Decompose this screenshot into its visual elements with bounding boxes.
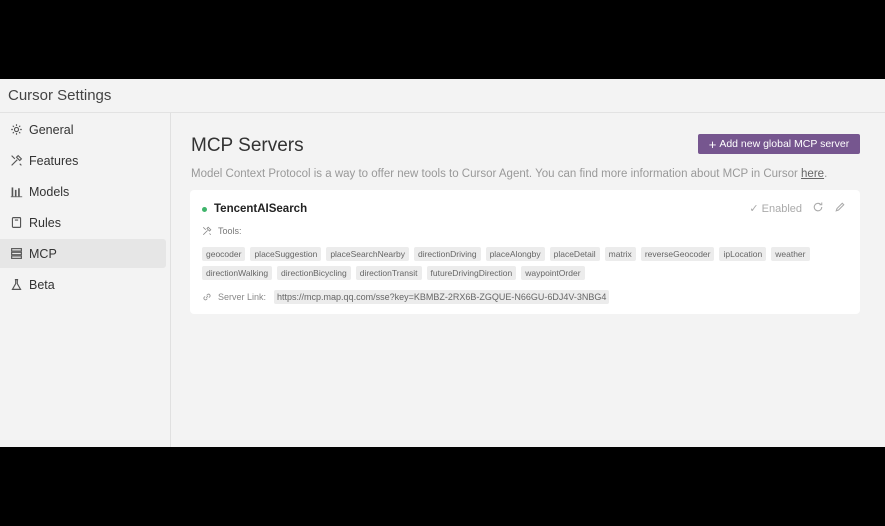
bar-chart-icon [9,185,23,199]
window-title: Cursor Settings [8,87,112,104]
enabled-toggle[interactable]: ✓ Enabled [749,202,802,216]
mcp-server-card: TencentAISearch ✓ Enabled Tools: geocode… [190,190,860,314]
description-text: Model Context Protocol is a way to offer… [191,168,802,180]
server-link-label: Server Link: [218,292,267,302]
sidebar-item-beta[interactable]: Beta [0,270,166,299]
description-end: . [824,168,828,180]
tool-tag: weather [771,247,810,261]
add-mcp-server-button[interactable]: + Add new global MCP server [698,134,860,154]
add-mcp-server-label: Add new global MCP server [719,138,850,150]
main-panel: MCP Servers + Add new global MCP server … [172,113,885,447]
tool-tag: placeSearchNearby [326,247,409,261]
sidebar-item-features[interactable]: Features [0,146,166,175]
tools-icon [202,226,212,236]
title-bar: Cursor Settings [0,79,885,113]
server-icon [9,247,23,261]
gear-icon [9,123,23,137]
plus-icon: + [708,136,717,152]
sidebar-item-label: Beta [29,277,55,292]
sidebar-item-mcp[interactable]: MCP [0,239,166,268]
tools-icon [9,154,23,168]
tool-tag: directionTransit [355,266,422,280]
refresh-icon[interactable] [812,201,824,216]
page-title: MCP Servers [191,135,304,156]
sidebar-item-label: General [29,122,74,137]
tool-tag: reverseGeocoder [640,247,715,261]
sidebar-item-label: MCP [29,246,57,261]
server-link-value[interactable]: https://mcp.map.qq.com/sse?key=KBMBZ-2RX… [274,290,610,304]
tool-tag: matrix [604,247,636,261]
tool-tag: placeDetail [549,247,600,261]
tool-tag: placeAlongby [485,247,545,261]
sidebar: General Features Models Rules MCP Beta [0,113,171,447]
tool-tag: futureDrivingDirection [426,266,517,280]
link-icon [203,293,211,301]
server-header: TencentAISearch [202,203,307,215]
server-actions: ✓ Enabled [749,201,846,216]
tool-tag: geocoder [202,247,246,261]
docs-link[interactable]: here [801,168,824,180]
description: Model Context Protocol is a way to offer… [191,168,827,180]
sidebar-item-label: Features [29,153,79,168]
flask-icon [9,278,23,292]
server-link-row: Server Link: https://mcp.map.qq.com/sse?… [202,290,610,304]
tool-tag: ipLocation [719,247,767,261]
tools-label: Tools: [218,226,242,236]
tool-tag: waypointOrder [521,266,585,280]
status-dot [202,206,207,212]
edit-icon[interactable] [834,201,846,216]
book-icon [9,216,23,230]
sidebar-item-general[interactable]: General [0,115,166,144]
settings-window: Cursor Settings General Features Models … [0,79,885,447]
check-icon: ✓ [749,203,759,215]
sidebar-item-models[interactable]: Models [0,177,166,206]
sidebar-item-label: Models [29,184,70,199]
tool-tag: placeSuggestion [250,247,322,261]
sidebar-item-label: Rules [29,215,61,230]
tool-tag: directionDriving [413,247,481,261]
enabled-label: Enabled [761,202,802,215]
tool-tag: directionBicycling [277,266,351,280]
sidebar-item-rules[interactable]: Rules [0,208,166,237]
tool-tag: directionWalking [202,266,273,280]
tools-list: geocoder placeSuggestion placeSearchNear… [202,247,852,280]
tools-heading: Tools: [202,226,242,236]
server-name: TencentAISearch [214,203,308,215]
